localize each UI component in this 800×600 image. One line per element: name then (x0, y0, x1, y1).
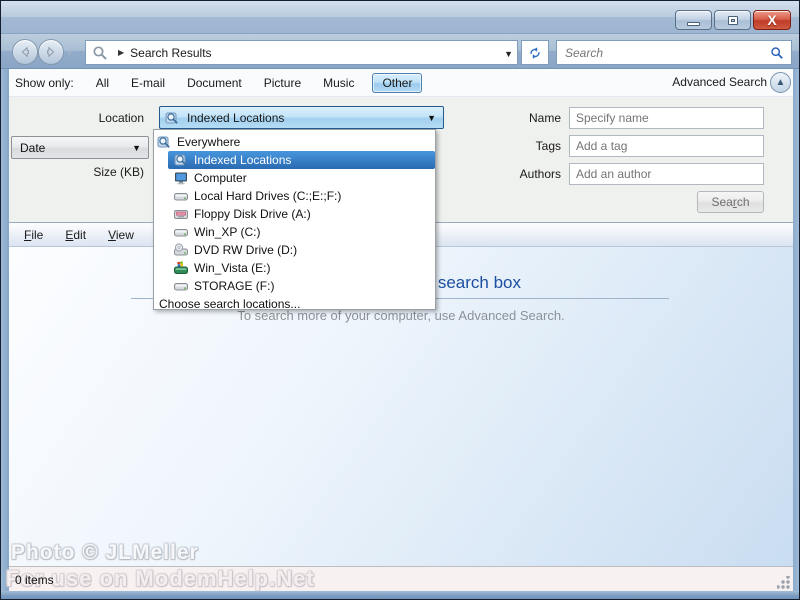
close-icon: X (767, 13, 776, 27)
maximize-icon (728, 16, 738, 25)
dropdown-item-label: Win_XP (C:) (194, 225, 260, 239)
location-value: Indexed Locations (187, 111, 284, 125)
filter-other-selected[interactable]: Other (372, 73, 422, 93)
refresh-icon (528, 46, 542, 60)
dropdown-item-label: Win_Vista (E:) (194, 261, 270, 275)
dropdown-item-dvd-rw-drive[interactable]: DVD RW Drive (D:) (154, 241, 435, 259)
computer-icon (174, 171, 188, 185)
search-button[interactable]: Search (697, 191, 764, 213)
dropdown-item-local-hard-drives[interactable]: Local Hard Drives (C:;E:;F:) (154, 187, 435, 205)
dropdown-item-indexed-locations[interactable]: Indexed Locations (168, 151, 435, 169)
breadcrumb-arrow-icon[interactable]: ▶ (118, 48, 124, 57)
search-button-text: Sea (711, 195, 732, 209)
search-input[interactable] (557, 46, 770, 60)
name-label: Name (469, 111, 561, 125)
dropdown-item-computer[interactable]: Computer (154, 169, 435, 187)
date-dropdown[interactable]: Date ▼ (11, 136, 149, 159)
breadcrumb[interactable]: Search Results (130, 46, 211, 60)
dvd-drive-icon (174, 243, 188, 257)
window-left-border (1, 69, 9, 592)
dropdown-item-storage[interactable]: STORAGE (F:) (154, 277, 435, 295)
search-location-icon (174, 153, 188, 167)
search-location-mag-icon (92, 45, 108, 61)
minimize-button[interactable] (675, 10, 712, 30)
navigation-bar: ▼ ▶ Search Results ▼ (1, 34, 799, 69)
resize-grip[interactable] (777, 576, 790, 589)
advanced-search-collapse-button[interactable]: ▲ (770, 72, 791, 93)
combo-dropdown-icon: ▼ (427, 113, 436, 123)
menu-file[interactable]: File (17, 226, 50, 244)
choose-search-locations-link[interactable]: Choose search locations... (154, 295, 435, 312)
window-bottom-border (1, 591, 799, 599)
minimize-icon (687, 22, 700, 26)
dropdown-item-label: Floppy Disk Drive (A:) (194, 207, 311, 221)
filter-music[interactable]: Music (323, 76, 354, 90)
recent-pages-chevron-icon[interactable]: ▼ (65, 48, 74, 58)
dropdown-item-label: Computer (194, 171, 247, 185)
filter-email[interactable]: E-mail (131, 76, 165, 90)
menu-view[interactable]: View (101, 226, 141, 244)
location-label: Location (44, 111, 144, 125)
search-button-text-end: ch (737, 195, 750, 209)
authors-field[interactable] (569, 163, 764, 185)
size-label: Size (KB) (44, 165, 144, 179)
dropdown-item-label: Indexed Locations (194, 153, 291, 167)
tags-label: Tags (469, 139, 561, 153)
authors-label: Authors (469, 167, 561, 181)
date-value: Date (20, 141, 45, 155)
dropdown-item-label: Everywhere (177, 135, 240, 149)
filter-document[interactable]: Document (187, 76, 242, 90)
name-field[interactable] (569, 107, 764, 129)
status-bar: For use on ModemHelp.Net 0 items (9, 566, 793, 592)
hard-drive-icon (174, 279, 188, 293)
dropdown-item-floppy-disk-drive[interactable]: Floppy Disk Drive (A:) (154, 205, 435, 223)
dropdown-item-label: STORAGE (F:) (194, 279, 274, 293)
close-button[interactable]: X (753, 10, 791, 30)
watermark-line1: Photo © JLMeller (11, 541, 199, 565)
filter-all[interactable]: All (96, 76, 109, 90)
tags-field[interactable] (569, 135, 764, 157)
address-dropdown-icon[interactable]: ▼ (504, 49, 513, 59)
hard-drive-icon (174, 189, 188, 203)
location-dropdown-list: Everywhere Indexed Locations Computer Lo… (153, 129, 436, 310)
forward-button[interactable] (38, 39, 64, 65)
hard-drive-icon (174, 225, 188, 239)
dropdown-footer-label: Choose search locations... (159, 297, 300, 311)
forward-arrow-icon (44, 45, 58, 59)
floppy-drive-icon (174, 207, 188, 221)
dropdown-item-everywhere[interactable]: Everywhere (154, 133, 435, 151)
vista-drive-icon (174, 261, 188, 275)
date-dropdown-icon: ▼ (132, 143, 141, 153)
back-arrow-icon (18, 45, 32, 59)
search-location-icon (157, 135, 171, 149)
menu-edit[interactable]: Edit (58, 226, 93, 244)
advanced-search-label[interactable]: Advanced Search (672, 75, 767, 89)
chevron-up-icon: ▲ (776, 77, 786, 88)
search-location-icon (165, 111, 179, 125)
dropdown-item-label: Local Hard Drives (C:;E:;F:) (194, 189, 341, 203)
dropdown-item-win-vista[interactable]: Win_Vista (E:) (154, 259, 435, 277)
search-icon[interactable] (770, 46, 784, 60)
maximize-button[interactable] (714, 10, 751, 30)
address-bar[interactable]: ▶ Search Results ▼ (85, 40, 518, 65)
status-items-count: 0 items (15, 573, 54, 587)
dropdown-item-label: DVD RW Drive (D:) (194, 243, 297, 257)
location-combobox[interactable]: Indexed Locations ▼ (159, 106, 444, 129)
back-button[interactable] (12, 39, 38, 65)
window-search-results: X ▼ ▶ Search Results ▼ Show only: (0, 0, 800, 600)
filter-bar: Show only: All E-mail Document Picture M… (9, 69, 793, 97)
dropdown-item-win-xp[interactable]: Win_XP (C:) (154, 223, 435, 241)
title-bar[interactable]: X (1, 1, 799, 34)
refresh-button[interactable] (521, 40, 549, 65)
show-only-label: Show only: (15, 76, 74, 90)
filter-picture[interactable]: Picture (264, 76, 301, 90)
search-box (556, 40, 792, 65)
